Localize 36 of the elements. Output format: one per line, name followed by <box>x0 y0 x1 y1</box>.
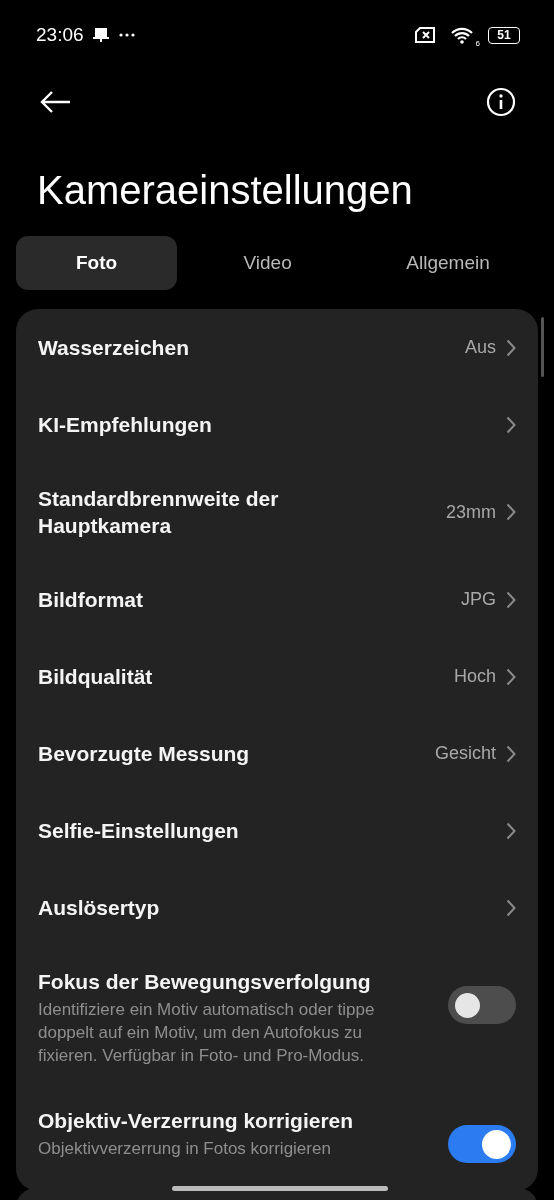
chevron-icon <box>506 338 516 357</box>
page-title: Kameraeinstellungen <box>37 167 414 214</box>
setting-title: Objektiv-Verzerrung korrigieren <box>38 1108 355 1134</box>
chevron-icon <box>506 590 516 609</box>
wifi-icon <box>450 26 474 44</box>
settings-row[interactable]: Bildqualität Hoch <box>16 638 538 715</box>
tab[interactable]: Allgemein <box>358 236 538 290</box>
settings-row[interactable]: Bevorzugte Messung Gesicht <box>16 715 538 792</box>
setting-title: Fokus der Bewegungsverfolgung <box>38 969 372 995</box>
chevron-icon <box>506 744 516 763</box>
scrollbar <box>541 317 544 377</box>
sim-icon <box>414 27 436 43</box>
chevron-icon <box>506 667 516 686</box>
more-icon <box>117 32 136 38</box>
wifi-label: 6 <box>475 39 480 48</box>
status-time: 23:06 <box>36 24 84 46</box>
setting-description: Identifiziere ein Motiv automatisch oder tippe doppelt auf ein Motiv, um den Autofokus zu fixieren. Verfügbar in Foto- und Pro-Modus. <box>38 999 376 1067</box>
back-icon[interactable] <box>40 90 72 114</box>
toggle-switch[interactable] <box>448 1125 516 1163</box>
battery-icon: 51 <box>488 26 520 44</box>
notification-icon <box>91 26 110 44</box>
toggle-switch[interactable] <box>448 986 516 1024</box>
setting-description: Objektivverzerrung in Fotos korrigieren <box>38 1138 332 1160</box>
chevron-icon <box>506 503 516 521</box>
settings-row[interactable]: KI-Empfehlungen <box>16 386 538 463</box>
settings-row[interactable]: Bildformat JPG <box>16 561 538 638</box>
settings-row[interactable]: Selfie-Einstellungen <box>16 792 538 869</box>
settings-row[interactable]: Wasserzeichen Aus <box>16 309 538 386</box>
chevron-icon <box>506 415 516 434</box>
settings-row[interactable]: Standardbrennweite der Hauptkamera 23mm <box>16 463 538 561</box>
info-icon[interactable] <box>486 87 516 117</box>
tab[interactable]: Foto <box>16 236 178 290</box>
settings-row[interactable]: Auslösertyp <box>16 869 538 946</box>
tab[interactable]: Video <box>187 236 349 290</box>
chevron-icon <box>506 821 516 840</box>
chevron-icon <box>506 898 516 917</box>
